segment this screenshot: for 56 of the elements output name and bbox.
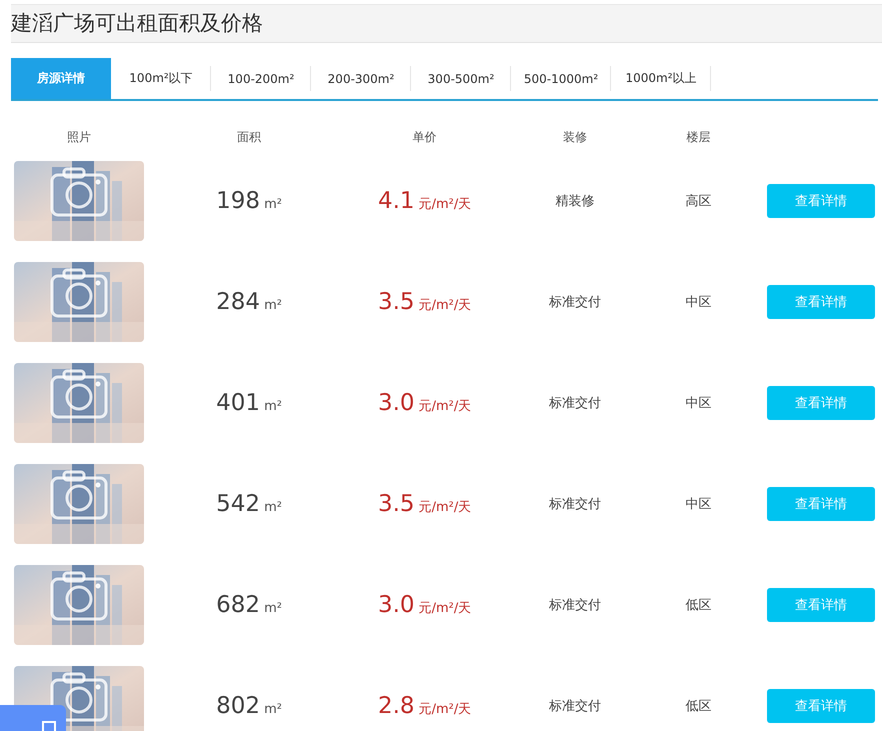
tab[interactable]: 300-500m² xyxy=(411,58,511,99)
column-header: 照片 xyxy=(66,128,91,146)
price-value: 3.0 xyxy=(378,390,415,416)
price-unit: 元/m²/天 xyxy=(418,701,472,718)
decoration-text: 标准交付 xyxy=(548,294,601,311)
area-unit: m² xyxy=(264,600,282,616)
price-unit: 元/m²/天 xyxy=(418,499,472,516)
floating-button[interactable] xyxy=(0,705,66,731)
details-button[interactable]: 查看详情 xyxy=(767,487,876,521)
decoration-text: 标准交付 xyxy=(548,597,601,614)
area-value: 682 xyxy=(216,592,260,618)
tab[interactable]: 200-300m² xyxy=(311,58,411,99)
price-value: 3.0 xyxy=(378,592,415,618)
area-value: 542 xyxy=(216,491,260,517)
area-value: 198 xyxy=(216,188,260,214)
price-unit: 元/m²/天 xyxy=(418,297,472,314)
floor-text: 中区 xyxy=(686,395,712,412)
area-unit: m² xyxy=(264,298,282,312)
details-button[interactable]: 查看详情 xyxy=(767,588,876,622)
tab[interactable]: 500-1000m² xyxy=(511,58,611,99)
area-value: 401 xyxy=(216,390,260,416)
page-title: 建滔广场可出租面积及价格 xyxy=(11,10,264,37)
decoration-text: 标准交付 xyxy=(548,698,601,715)
column-header: 单价 xyxy=(412,128,437,146)
price-value: 2.8 xyxy=(378,693,415,719)
decoration-text: 标准交付 xyxy=(548,395,601,412)
price-unit: 元/m²/天 xyxy=(418,398,472,415)
details-button[interactable]: 查看详情 xyxy=(767,285,876,319)
details-button[interactable]: 查看详情 xyxy=(767,184,876,218)
floor-text: 低区 xyxy=(686,597,712,614)
tab[interactable]: 房源详情 xyxy=(11,58,111,99)
details-button[interactable]: 查看详情 xyxy=(767,689,876,723)
details-button[interactable]: 查看详情 xyxy=(767,386,876,420)
floor-text: 高区 xyxy=(686,193,712,210)
price-value: 3.5 xyxy=(378,289,415,315)
column-header: 装修 xyxy=(562,128,587,146)
decoration-text: 标准交付 xyxy=(548,496,601,513)
area-unit: m² xyxy=(264,196,282,212)
price-value: 4.1 xyxy=(378,188,415,214)
floor-text: 中区 xyxy=(686,294,712,311)
column-header: 楼层 xyxy=(686,128,711,146)
area-unit: m² xyxy=(264,500,282,514)
floor-text: 低区 xyxy=(686,698,712,715)
price-unit: 元/m²/天 xyxy=(418,196,472,213)
area-value: 802 xyxy=(216,693,260,719)
area-unit: m² xyxy=(264,702,282,716)
tab[interactable]: 1000m²以上 xyxy=(611,58,711,99)
column-header: 面积 xyxy=(236,128,261,146)
tab[interactable]: 100-200m² xyxy=(211,58,311,99)
tab[interactable]: 100m²以下 xyxy=(111,58,211,99)
area-unit: m² xyxy=(264,398,282,414)
price-unit: 元/m²/天 xyxy=(418,600,472,617)
floor-text: 中区 xyxy=(686,496,712,513)
decoration-text: 精装修 xyxy=(555,193,594,210)
price-value: 3.5 xyxy=(378,491,415,517)
area-value: 284 xyxy=(216,289,260,315)
